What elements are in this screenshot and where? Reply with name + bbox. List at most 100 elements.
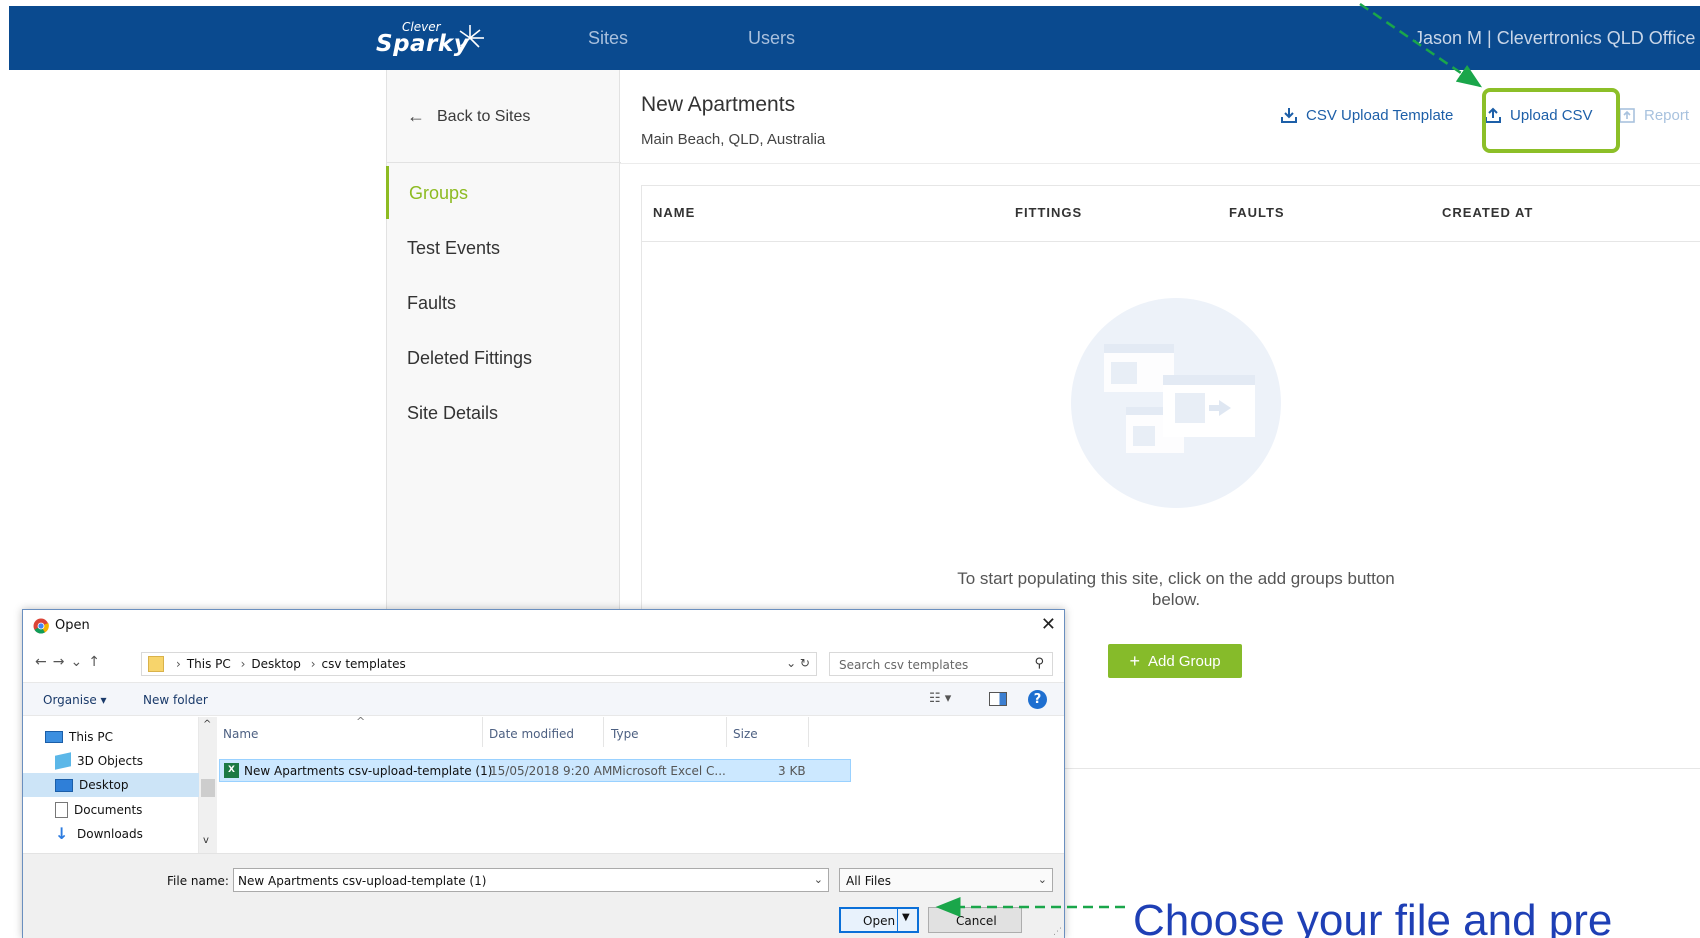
navigation-arrows-icon[interactable]: ←→⌄↑: [35, 654, 106, 670]
sidebar-item-site-details[interactable]: Site Details: [407, 403, 498, 424]
csv-upload-template-label: CSV Upload Template: [1306, 106, 1454, 124]
file-column-date-modified[interactable]: Date modified: [489, 727, 574, 741]
view-options-icon[interactable]: ☷ ▾: [929, 691, 951, 706]
breadcrumb-desktop[interactable]: Desktop: [251, 657, 301, 671]
open-button[interactable]: Open ▼: [839, 907, 919, 933]
sidebar-item-faults[interactable]: Faults: [407, 293, 456, 314]
file-size: 3 KB: [778, 764, 806, 778]
new-folder-button[interactable]: New folder: [143, 693, 208, 707]
column-header-created-at[interactable]: CREATED AT: [1442, 205, 1533, 220]
nav-desktop-label: Desktop: [79, 778, 129, 792]
chevron-down-icon[interactable]: v: [203, 835, 209, 846]
nav-3d-objects[interactable]: 3D Objects: [55, 749, 143, 773]
report-label: Report: [1644, 106, 1690, 124]
navigation-scrollbar[interactable]: ^ v: [199, 717, 217, 853]
column-separator[interactable]: [603, 717, 604, 747]
column-header-fittings[interactable]: FITTINGS: [1015, 205, 1082, 220]
column-separator[interactable]: [808, 717, 809, 747]
header-divider: [620, 163, 1700, 164]
dialog-titlebar[interactable]: Open ✕: [23, 610, 1064, 642]
exit-sign-icon: [1104, 344, 1255, 453]
cancel-button[interactable]: Cancel: [928, 907, 1022, 933]
open-button-label: Open: [863, 914, 896, 928]
file-row[interactable]: X New Apartments csv-upload-template (1)…: [219, 759, 851, 782]
nav-documents-label: Documents: [74, 803, 143, 817]
sidebar-item-deleted-fittings[interactable]: Deleted Fittings: [407, 348, 532, 369]
nav-downloads[interactable]: ↓ Downloads: [55, 822, 143, 846]
search-icon: ⚲: [1034, 656, 1044, 671]
site-address: Main Beach, QLD, Australia: [641, 131, 826, 148]
sidebar-item-groups[interactable]: Groups: [409, 183, 468, 204]
add-group-label: Add Group: [1147, 652, 1221, 670]
file-name: New Apartments csv-upload-template (1): [244, 764, 493, 778]
top-navigation-bar: Clever Sparky Sites Users Jason M | Clev…: [9, 6, 1700, 70]
nav-desktop[interactable]: Desktop: [23, 773, 199, 797]
csv-upload-template-button[interactable]: CSV Upload Template: [1280, 106, 1453, 124]
nav-this-pc[interactable]: This PC: [45, 725, 113, 749]
file-type-select[interactable]: All Files ⌄: [839, 868, 1053, 892]
file-column-name[interactable]: Name: [223, 727, 258, 741]
user-account-menu[interactable]: Jason M | Clevertronics QLD Office: [1414, 28, 1695, 49]
logo-text-main: Sparky: [376, 31, 470, 57]
column-header-faults[interactable]: FAULTS: [1229, 205, 1285, 220]
chevron-down-icon[interactable]: ⌄: [1038, 873, 1047, 886]
nav-downloads-label: Downloads: [77, 827, 143, 841]
empty-state-message: To start populating this site, click on …: [957, 569, 1395, 609]
open-file-dialog: Open ✕ ←→⌄↑ › This PC › Desktop › csv templ…: [22, 609, 1065, 938]
search-input[interactable]: Search csv templates ⚲: [829, 652, 1053, 676]
file-list: ^ Name Date modified Type Size X New Apa…: [219, 715, 1065, 853]
resize-grip-icon[interactable]: ⋰: [1053, 927, 1062, 937]
column-header-name[interactable]: NAME: [653, 205, 695, 220]
file-name-input[interactable]: New Apartments csv-upload-template (1) ⌄: [233, 868, 829, 892]
search-placeholder: Search csv templates: [839, 658, 969, 672]
download-icon: [1281, 108, 1297, 123]
command-bar: Organise ▾ New folder ☷ ▾ ?: [23, 682, 1064, 716]
upload-csv-highlight: [1482, 88, 1620, 153]
column-separator[interactable]: [482, 717, 483, 747]
arrow-left-icon: ←: [407, 106, 425, 126]
spark-icon: [459, 25, 484, 48]
back-to-sites-link[interactable]: ← Back to Sites: [407, 106, 530, 127]
dialog-footer: File name: New Apartments csv-upload-tem…: [23, 853, 1064, 938]
chevron-up-icon[interactable]: ^: [203, 719, 211, 730]
active-indicator: [386, 166, 389, 219]
address-bar[interactable]: › This PC › Desktop › csv templates ⌄ ↻: [141, 652, 817, 676]
file-name-value: New Apartments csv-upload-template (1): [238, 874, 487, 888]
sort-caret-icon: ^: [356, 715, 366, 728]
instruction-callout: Choose your file and pre: [1133, 896, 1613, 938]
excel-file-icon: X: [224, 763, 239, 778]
empty-state-illustration: [1071, 298, 1281, 508]
preview-pane-icon[interactable]: [989, 692, 1007, 706]
desktop-icon: [55, 778, 73, 792]
file-type-value: All Files: [846, 874, 892, 888]
sidebar-item-test-events[interactable]: Test Events: [407, 238, 500, 259]
organise-menu[interactable]: Organise ▾: [43, 693, 107, 707]
file-type: Microsoft Excel C...: [612, 764, 726, 778]
breadcrumb-this-pc[interactable]: This PC: [187, 657, 231, 671]
add-group-button[interactable]: + Add Group: [1108, 644, 1242, 678]
nav-3d-objects-label: 3D Objects: [77, 754, 144, 768]
breadcrumb-csv-templates[interactable]: csv templates: [322, 657, 406, 671]
dialog-title: Open: [55, 618, 90, 633]
cancel-button-label: Cancel: [956, 914, 997, 928]
help-icon[interactable]: ?: [1028, 690, 1047, 709]
file-column-type[interactable]: Type: [611, 727, 639, 741]
file-column-size[interactable]: Size: [733, 727, 758, 741]
navigation-pane: This PC 3D Objects Desktop Documents ↓ D…: [23, 717, 199, 853]
scrollbar-thumb[interactable]: [201, 779, 215, 797]
refresh-icon[interactable]: ⌄ ↻: [786, 656, 810, 670]
back-to-sites-label: Back to Sites: [437, 107, 531, 125]
download-arrow-icon: ↓: [55, 824, 69, 843]
nav-documents[interactable]: Documents: [55, 798, 142, 822]
close-icon[interactable]: ✕: [1041, 614, 1056, 635]
chrome-icon: [33, 618, 49, 634]
nav-this-pc-label: This PC: [69, 730, 113, 744]
folder-icon: [148, 656, 164, 672]
column-separator[interactable]: [726, 717, 727, 747]
report-button[interactable]: Report: [1618, 106, 1689, 124]
chevron-down-icon[interactable]: ⌄: [814, 873, 823, 886]
nav-link-sites[interactable]: Sites: [588, 28, 628, 49]
nav-link-users[interactable]: Users: [748, 28, 795, 49]
address-row: ←→⌄↑ › This PC › Desktop › csv templates ⌄ …: [23, 650, 1064, 680]
dropdown-arrow-icon[interactable]: ▼: [902, 912, 910, 923]
